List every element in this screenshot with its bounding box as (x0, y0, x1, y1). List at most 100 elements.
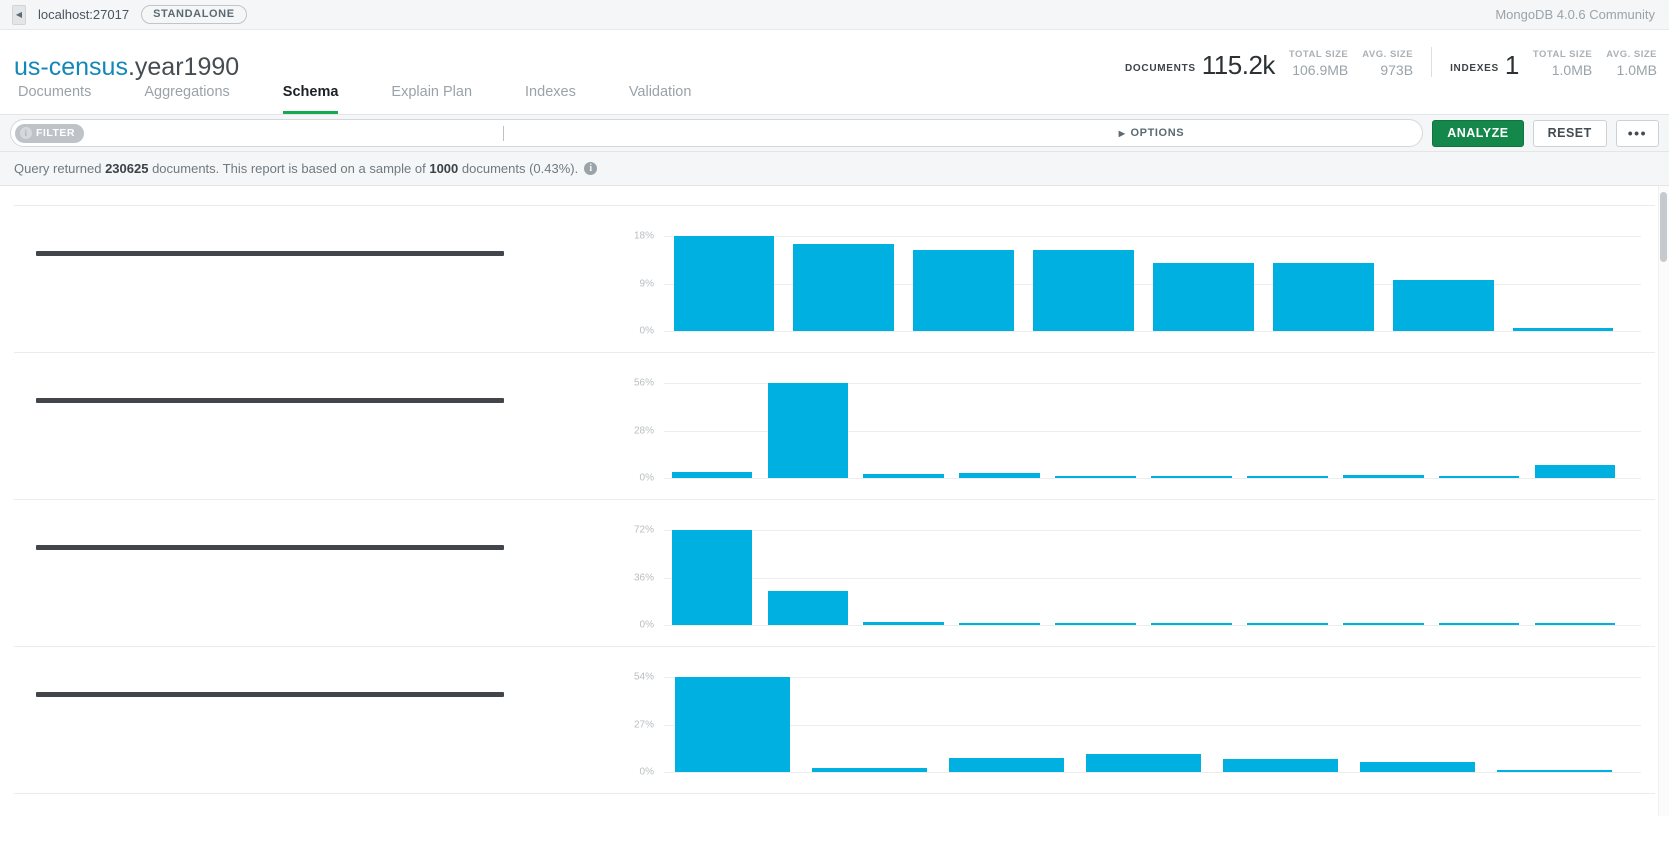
sidebar-collapse-icon[interactable]: ◀ (12, 4, 26, 25)
documents-count: 115.2k (1201, 50, 1276, 80)
chart-bar-slot (938, 677, 1075, 772)
chart-y-axis-tick: 0% (639, 325, 654, 337)
tab-explain-plan[interactable]: Explain Plan (391, 82, 472, 114)
chart-bar-slot (1263, 236, 1383, 331)
chart-bar-slot (1144, 383, 1240, 478)
reset-button[interactable]: RESET (1532, 119, 1607, 147)
chart-bar[interactable] (793, 244, 895, 331)
chart-bar[interactable] (948, 757, 1065, 772)
chart-bar-slot (856, 383, 952, 478)
tab-schema[interactable]: Schema (282, 82, 339, 114)
chart-bar[interactable] (913, 250, 1015, 331)
schema-field-row: 0% 36% 72% (14, 500, 1655, 647)
chart-bar-slot (801, 677, 938, 772)
database-name[interactable]: us-census (14, 53, 128, 81)
collection-header: us-census.year1990 DOCUMENTS 115.2k TOTA… (0, 30, 1669, 82)
documents-stat-label: DOCUMENTS (1125, 63, 1196, 74)
chart-y-axis-tick: 72% (633, 524, 654, 536)
chart-plot-area: 0% 28% 56% (622, 378, 1655, 484)
chart-bar-slot (1383, 236, 1503, 331)
chart-bar[interactable] (1085, 753, 1202, 772)
schema-field-row: 0% 9% 18% (14, 206, 1655, 353)
sampling-middle: documents. This report is based on a sam… (152, 161, 426, 176)
query-input-wrap[interactable]: i FILTER ▶ OPTIONS (10, 119, 1424, 147)
documents-avg-size: AVG. SIZE 973B (1362, 49, 1413, 78)
tab-validation[interactable]: Validation (629, 82, 692, 114)
chart-bar[interactable] (1033, 250, 1134, 331)
chart-bar[interactable] (1512, 328, 1614, 331)
more-options-button[interactable]: ••• (1615, 119, 1659, 147)
chart-bar-slot (856, 530, 952, 625)
tab-documents[interactable]: Documents (18, 82, 91, 114)
sampling-info-icon[interactable]: i (584, 162, 598, 175)
chart-bar[interactable] (1055, 623, 1136, 625)
chart-bar[interactable] (1247, 476, 1328, 478)
chart-bar-slot (952, 383, 1048, 478)
indexes-avg-size-value: 1.0MB (1616, 62, 1657, 78)
indexes-count: 1 (1504, 50, 1519, 80)
chart-bar[interactable] (1438, 476, 1520, 478)
filter-badge[interactable]: i FILTER (15, 123, 84, 143)
chart-bar[interactable] (767, 590, 849, 625)
sampling-message: Query returned 230625 documents. This re… (0, 152, 1669, 186)
documents-total-size: TOTAL SIZE 106.9MB (1289, 49, 1348, 78)
chart-bar[interactable] (1272, 262, 1374, 331)
tab-indexes[interactable]: Indexes (525, 82, 576, 114)
chart-bar[interactable] (671, 472, 753, 478)
caret-right-icon: ▶ (1118, 128, 1126, 138)
chart-bar[interactable] (1151, 476, 1232, 478)
analyze-button[interactable]: ANALYZE (1432, 119, 1524, 147)
scrollbar-track[interactable] (1658, 186, 1669, 816)
chart-bar-slot (1048, 530, 1144, 625)
chart-bar[interactable] (811, 767, 928, 772)
chart-bar[interactable] (959, 472, 1040, 478)
chart-bar[interactable] (673, 236, 775, 331)
chart-bar[interactable] (767, 383, 849, 478)
field-type-distribution-bar[interactable] (36, 545, 504, 550)
chart-bar[interactable] (1534, 623, 1616, 625)
chart-bar[interactable] (1151, 623, 1232, 625)
chart-bar[interactable] (1496, 770, 1613, 772)
chart-bar[interactable] (1534, 465, 1616, 478)
field-type-distribution-bar[interactable] (36, 692, 504, 697)
field-type-distribution-bar[interactable] (36, 251, 504, 256)
chart-bar[interactable] (1359, 762, 1476, 772)
chart-bar[interactable] (1392, 280, 1494, 331)
indexes-avg-size: AVG. SIZE 1.0MB (1606, 49, 1657, 78)
collection-title: us-census.year1990 (14, 55, 239, 80)
schema-field-row: 0% 27% 54% (14, 647, 1655, 794)
chart-bar[interactable] (1343, 475, 1424, 478)
chart-bar[interactable] (863, 473, 945, 478)
chart-bar-slot (1075, 677, 1212, 772)
query-text-cursor (503, 126, 504, 141)
field-type-distribution-bar[interactable] (36, 398, 504, 403)
chart-bar[interactable] (1438, 623, 1520, 625)
scrollbar-thumb[interactable] (1660, 192, 1667, 262)
chart-bar-slot (952, 530, 1048, 625)
chart-bar-slot (664, 236, 784, 331)
chart-bar[interactable] (959, 623, 1040, 625)
chart-bar-slot (760, 530, 856, 625)
chart-bars (664, 383, 1623, 478)
indexes-avg-size-label: AVG. SIZE (1606, 49, 1657, 60)
chart-bar[interactable] (1222, 758, 1339, 772)
indexes-stat-label: INDEXES (1450, 63, 1499, 74)
chart-bar-slot (1335, 530, 1431, 625)
options-toggle-button[interactable]: ▶ OPTIONS (1119, 127, 1184, 139)
chart-bar[interactable] (671, 530, 753, 625)
chart-bar[interactable] (674, 677, 791, 772)
schema-field-row: 0% 28% 56% (14, 353, 1655, 500)
chart-y-axis-tick: 0% (639, 619, 654, 631)
chart-bar[interactable] (1343, 623, 1424, 625)
chart-plot-area: 0% 36% 72% (622, 525, 1655, 631)
chart-bar[interactable] (863, 622, 945, 625)
chart-bar[interactable] (1153, 262, 1254, 331)
chart-bar-slot (1349, 677, 1486, 772)
sample-document-count: 1000 (429, 161, 459, 176)
returned-document-count: 230625 (105, 161, 149, 176)
tab-aggregations[interactable]: Aggregations (144, 82, 229, 114)
title-separator: . (127, 53, 135, 81)
chart-bar[interactable] (1055, 476, 1136, 478)
chart-bar-slot (784, 236, 904, 331)
chart-bar[interactable] (1247, 623, 1328, 625)
